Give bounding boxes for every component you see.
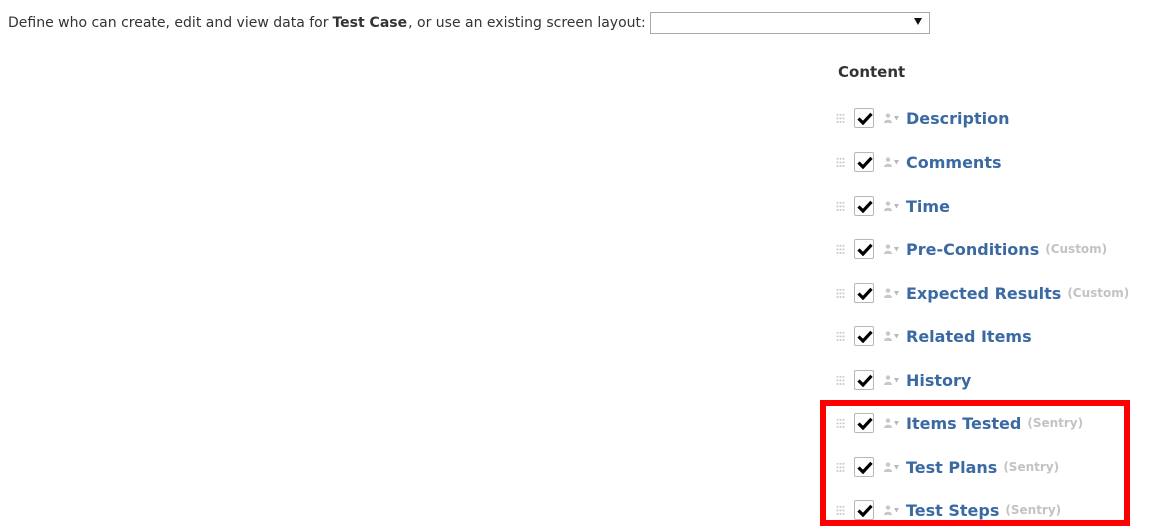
drag-handle-icon[interactable] [836,461,845,473]
field-tag: (Custom) [1067,286,1130,300]
field-checkbox[interactable] [854,413,874,433]
field-checkbox[interactable] [854,370,874,390]
content-section-heading: Content [838,63,906,81]
field-row-time[interactable]: Time [836,191,956,221]
user-permission-icon[interactable] [884,244,900,254]
checkmark-icon [857,243,873,256]
drag-handle-icon[interactable] [836,112,845,124]
drag-handle-icon[interactable] [836,287,845,299]
checkmark-icon [857,330,873,343]
field-row-related-items[interactable]: Related Items [836,321,1038,351]
user-permission-icon[interactable] [884,375,900,385]
checkmark-icon [857,112,873,125]
field-row-test-steps[interactable]: Test Steps (Sentry) [836,495,1061,525]
field-row-history[interactable]: History [836,365,977,395]
field-row-description[interactable]: Description [836,103,1015,133]
field-checkbox[interactable] [854,500,874,520]
checkmark-icon [857,287,873,300]
field-checkbox[interactable] [854,196,874,216]
field-checkbox[interactable] [854,326,874,346]
checkmark-icon [857,156,873,169]
object-name: Test Case [332,15,408,31]
drag-handle-icon[interactable] [836,417,845,429]
field-label[interactable]: Test Plans [906,458,997,477]
field-checkbox[interactable] [854,457,874,477]
drag-handle-icon[interactable] [836,200,845,212]
user-permission-icon[interactable] [884,288,900,298]
field-tag: (Sentry) [1003,460,1060,474]
field-label[interactable]: Items Tested [906,414,1021,433]
user-permission-icon[interactable] [884,505,900,515]
field-checkbox[interactable] [854,108,874,128]
field-tag: (Sentry) [1027,416,1084,430]
field-label[interactable]: Description [906,109,1009,128]
field-row-items-tested[interactable]: Items Tested (Sentry) [836,408,1083,438]
drag-handle-icon[interactable] [836,243,845,255]
prompt-prefix: Define who can create, edit and view dat… [8,15,329,31]
field-label[interactable]: Expected Results [906,284,1061,303]
screen-layout-prompt: Define who can create, edit and view dat… [8,11,930,35]
field-label[interactable]: Comments [906,153,1002,172]
user-permission-icon[interactable] [884,113,900,123]
user-permission-icon[interactable] [884,331,900,341]
checkmark-icon [857,504,873,517]
field-checkbox[interactable] [854,239,874,259]
checkmark-icon [857,461,873,474]
field-label[interactable]: History [906,371,971,390]
drag-handle-icon[interactable] [836,156,845,168]
field-label[interactable]: Related Items [906,327,1032,346]
user-permission-icon[interactable] [884,418,900,428]
field-row-expected-results[interactable]: Expected Results (Custom) [836,278,1129,308]
field-row-pre-conditions[interactable]: Pre-Conditions (Custom) [836,234,1107,264]
screen-layout-select[interactable] [649,12,930,34]
user-permission-icon[interactable] [884,462,900,472]
drag-handle-icon[interactable] [836,374,845,386]
field-label[interactable]: Pre-Conditions [906,240,1039,259]
user-permission-icon[interactable] [884,157,900,167]
user-permission-icon[interactable] [884,201,900,211]
field-label[interactable]: Test Steps [906,501,999,520]
field-label[interactable]: Time [906,197,950,216]
drag-handle-icon[interactable] [836,504,845,516]
field-row-comments[interactable]: Comments [836,147,1008,177]
field-checkbox[interactable] [854,283,874,303]
prompt-suffix: , or use an existing screen layout: [408,15,646,31]
checkmark-icon [857,200,873,213]
checkmark-icon [857,417,873,430]
field-tag: (Custom) [1045,242,1108,256]
field-row-test-plans[interactable]: Test Plans (Sentry) [836,452,1059,482]
field-checkbox[interactable] [854,152,874,172]
field-tag: (Sentry) [1005,503,1062,517]
dropdown-arrow-icon[interactable] [913,18,922,25]
checkmark-icon [857,374,873,387]
drag-handle-icon[interactable] [836,330,845,342]
